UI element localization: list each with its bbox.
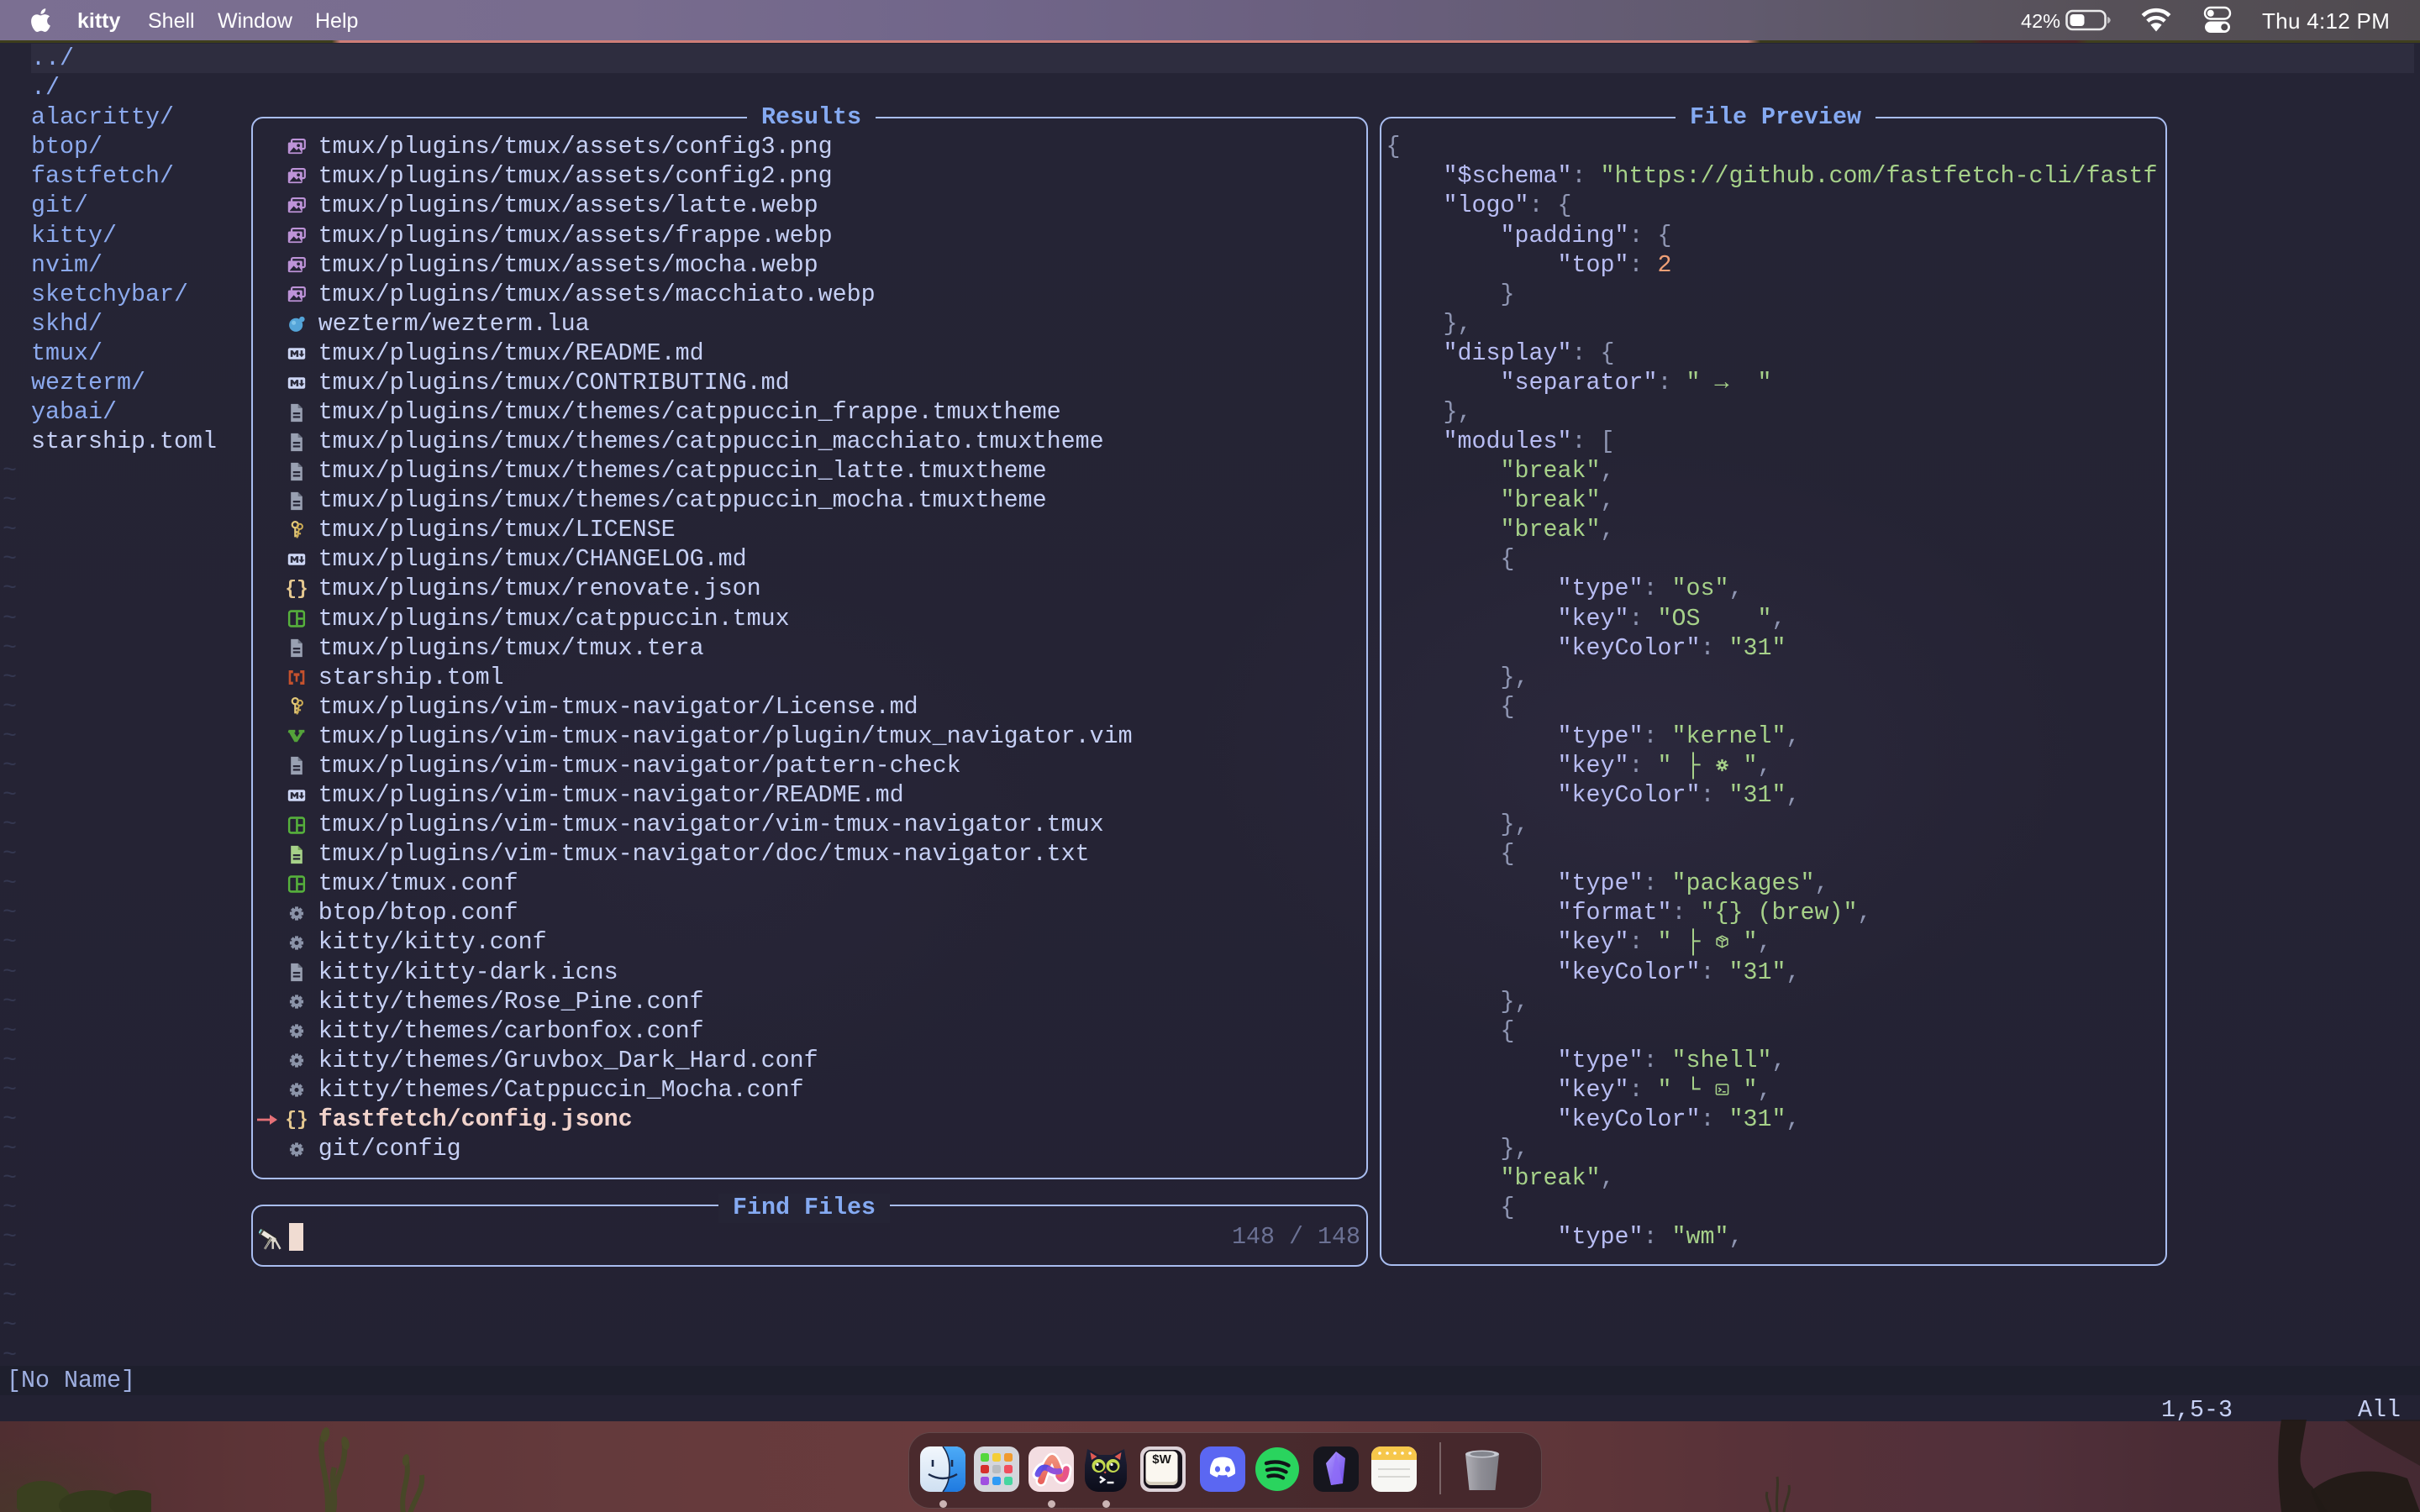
svg-text:$W: $W [1152, 1452, 1171, 1467]
